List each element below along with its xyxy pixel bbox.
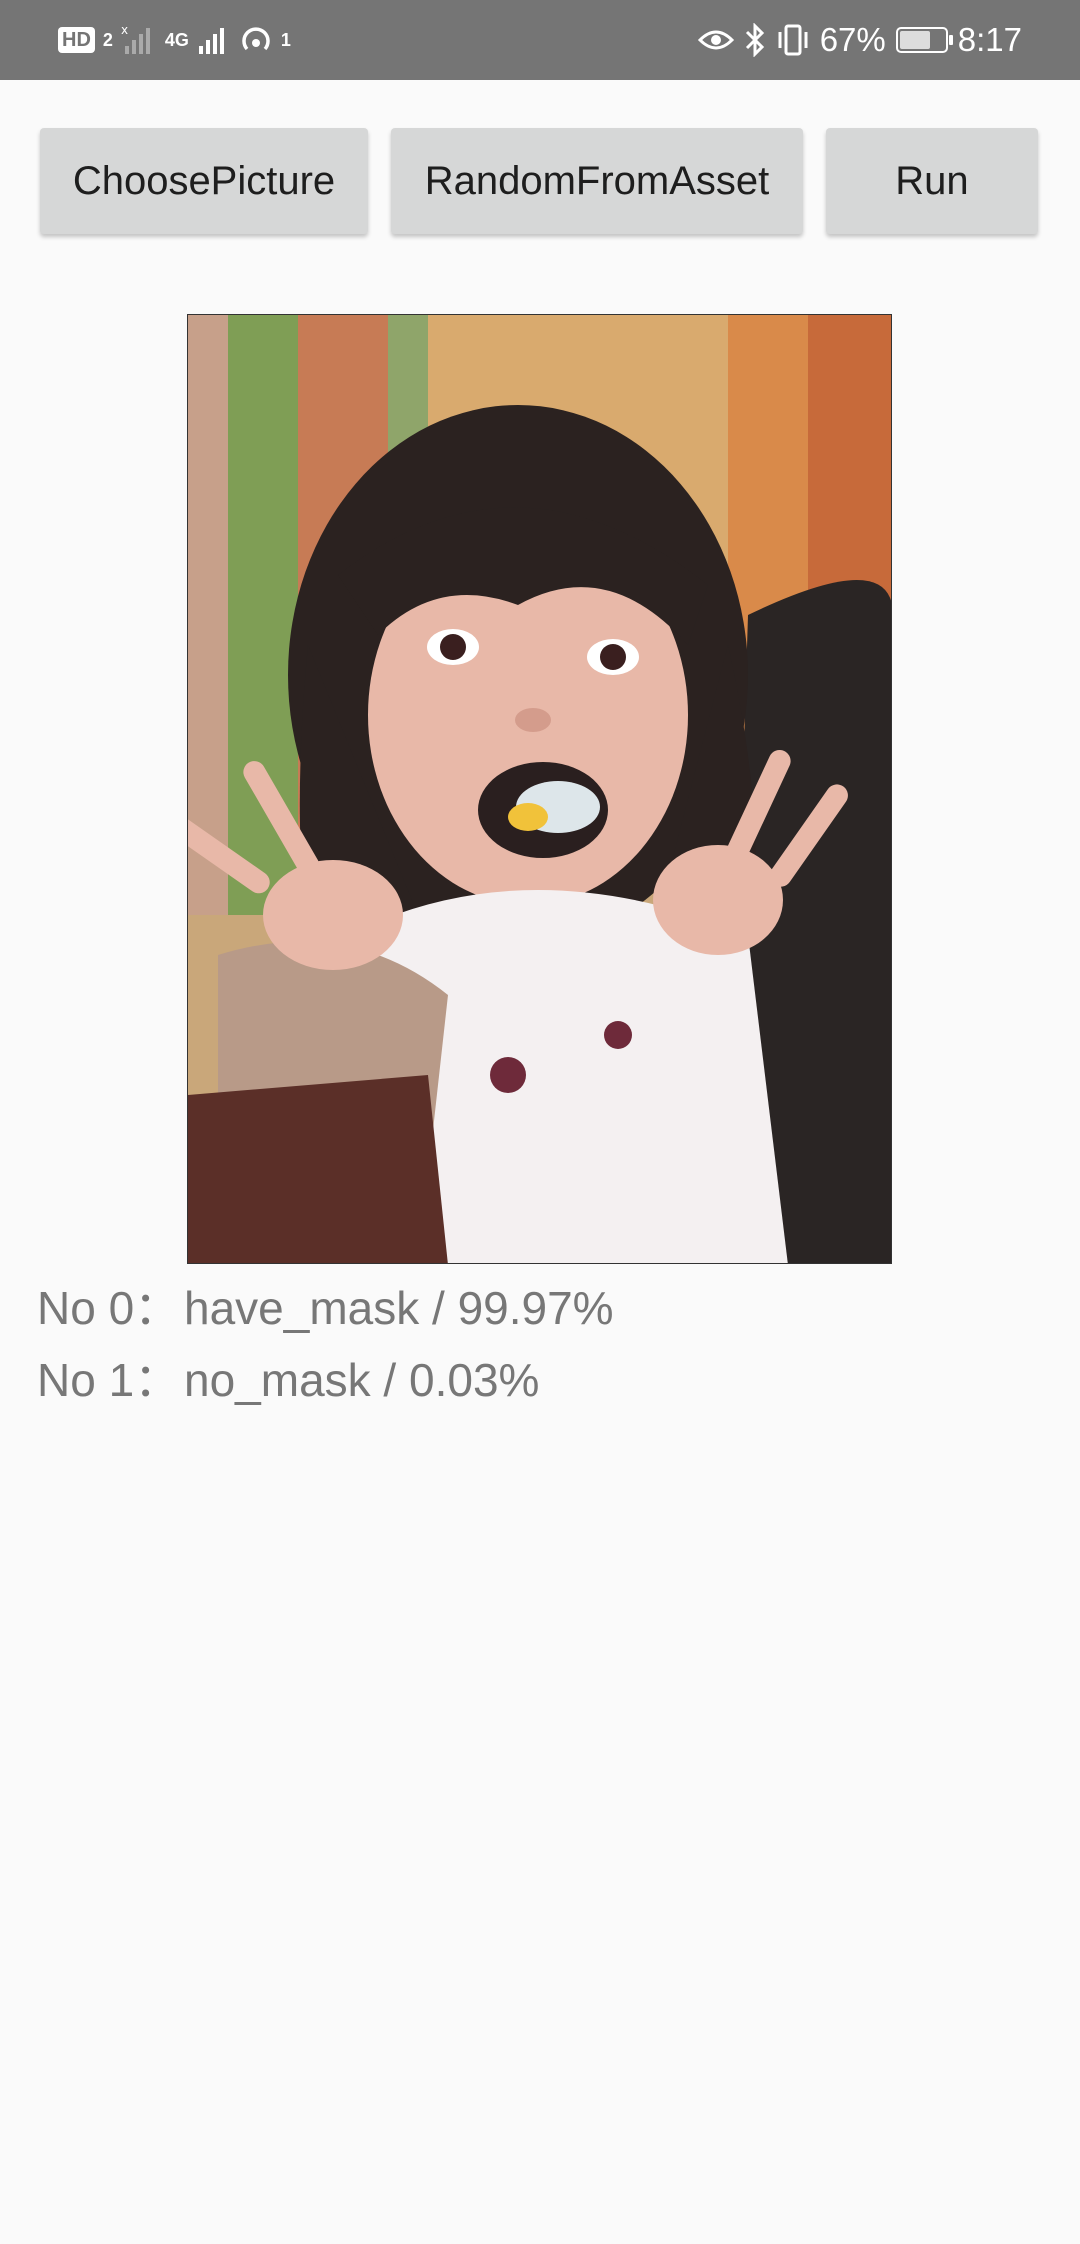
network-type-label: 4G [164,29,189,50]
result-index: No 0： [37,1282,181,1334]
signal-x-icon: x [121,24,150,54]
result-image [187,314,892,1264]
random-from-asset-button[interactable]: RandomFromAsset [391,128,803,234]
bluetooth-icon [745,23,764,57]
status-left: HD 2 x 4G 1 [58,0,291,80]
result-row: No 0： have_mask / 99.97% [37,1272,614,1344]
status-right: 67% 8:17 [697,0,1022,80]
hotspot-count-label: 1 [280,29,291,50]
hotspot-icon [242,27,270,51]
battery-icon [895,27,953,53]
eye-icon [697,30,734,50]
svg-text:x: x [121,24,128,37]
battery-percent: 67% [819,21,886,58]
result-index: No 1： [37,1354,181,1406]
vibrate-icon [778,24,808,56]
run-button[interactable]: Run [826,128,1038,234]
result-text: have_mask / 99.97% [184,1282,614,1334]
result-text: no_mask / 0.03% [184,1354,540,1406]
results-list: No 0： have_mask / 99.97% No 1： no_mask /… [37,1272,614,1416]
sim-slot-label: 2 [102,29,113,50]
clock: 8:17 [957,21,1022,58]
choose-picture-button[interactable]: ChoosePicture [40,128,368,234]
hd-icon: HD [58,27,95,53]
status-bar: HD 2 x 4G 1 67% 8:17 [0,0,1080,80]
result-row: No 1： no_mask / 0.03% [37,1344,614,1416]
photo-girl-eating [188,315,891,1263]
signal-4g-icon [198,28,224,54]
